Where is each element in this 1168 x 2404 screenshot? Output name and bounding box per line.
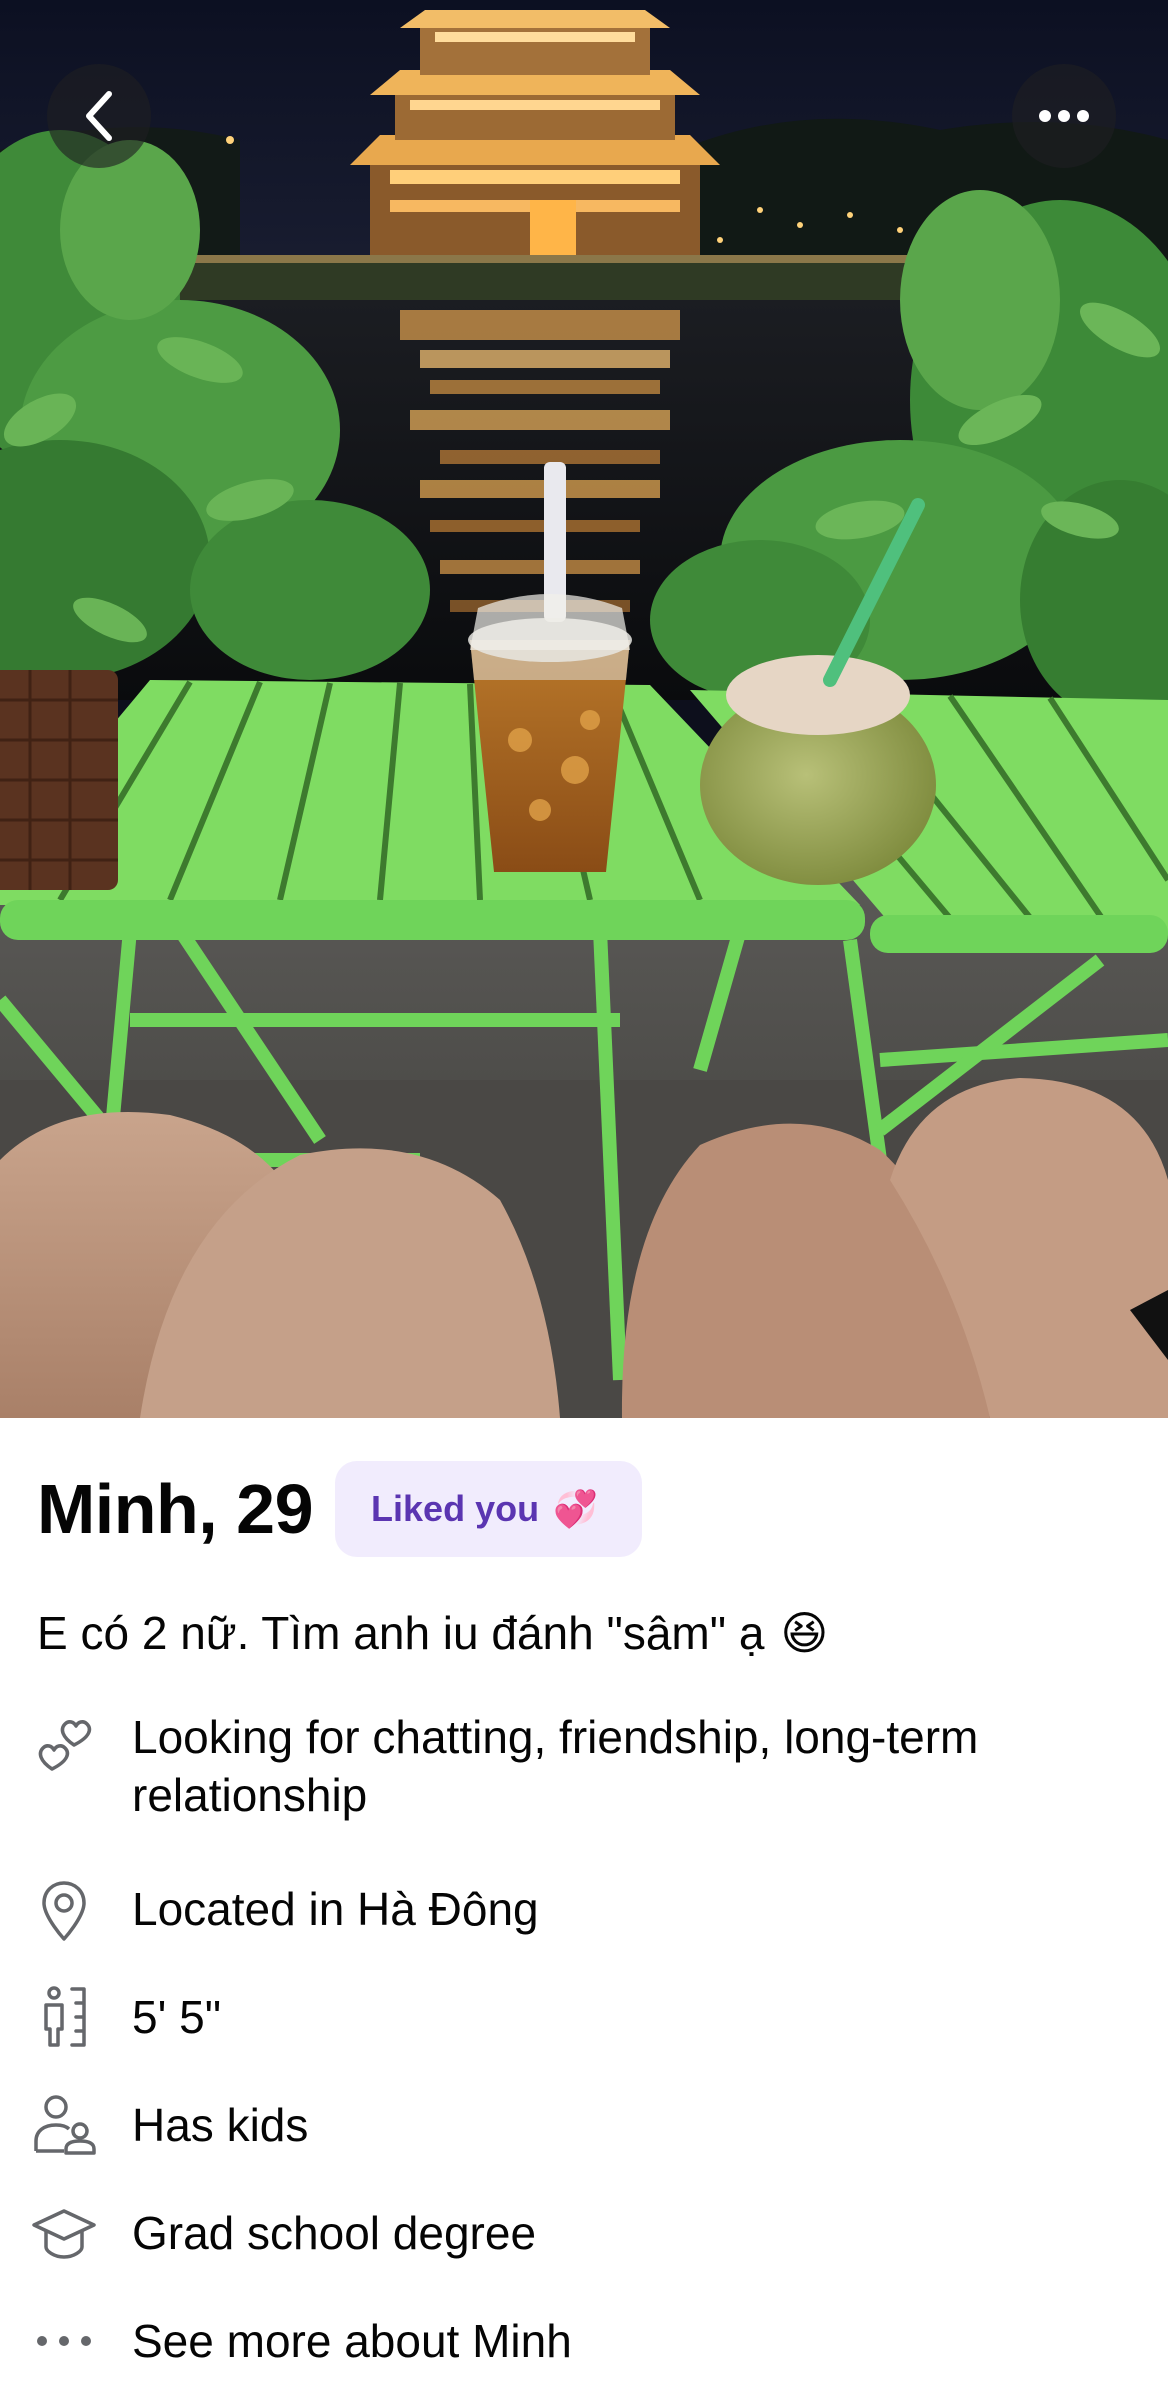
name-row: Minh, 29 Liked you 💞: [37, 1461, 642, 1557]
detail-text-see-more[interactable]: See more about Minh: [132, 2312, 1142, 2370]
detail-text-height: 5' 5": [132, 1991, 222, 2043]
hearts-emoji: 💞: [553, 1488, 598, 1529]
ellipsis-icon: [1039, 110, 1089, 122]
location-pin-icon: [42, 1881, 86, 1941]
more-options-button[interactable]: [1012, 64, 1116, 168]
graduation-cap-icon: [32, 2209, 96, 2259]
bio: E có 2 nữ. Tìm anh iu đánh "sâm" ạ 😆: [37, 1606, 828, 1661]
height-icon: [44, 1986, 86, 2047]
photo-illustration: [0, 0, 1168, 1418]
laughing-emoji: 😆: [780, 1607, 829, 1659]
detail-text-looking-for: Looking for chatting, friendship, long-t…: [132, 1711, 979, 1821]
chevron-left-icon: [86, 91, 112, 141]
detail-text-location: Located in Hà Đông: [132, 1883, 539, 1935]
profile-photo[interactable]: [0, 0, 1168, 1418]
bio-text: E có 2 nữ. Tìm anh iu đánh "sâm" ạ: [37, 1607, 765, 1659]
back-button[interactable]: [47, 64, 151, 168]
hearts-icon: [38, 1720, 92, 1771]
detail-text-education: Grad school degree: [132, 2207, 537, 2259]
detail-text-kids: Has kids: [132, 2099, 309, 2151]
liked-you-badge: Liked you 💞: [335, 1461, 642, 1557]
ellipsis-icon: [37, 2336, 91, 2346]
parent-child-icon: [34, 2095, 96, 2155]
profile-info: Minh, 29 Liked you 💞 E có 2 nữ. Tìm anh …: [0, 1418, 1168, 2404]
badge-label: Liked you: [371, 1488, 540, 1529]
name-age: Minh, 29: [37, 1470, 314, 1548]
